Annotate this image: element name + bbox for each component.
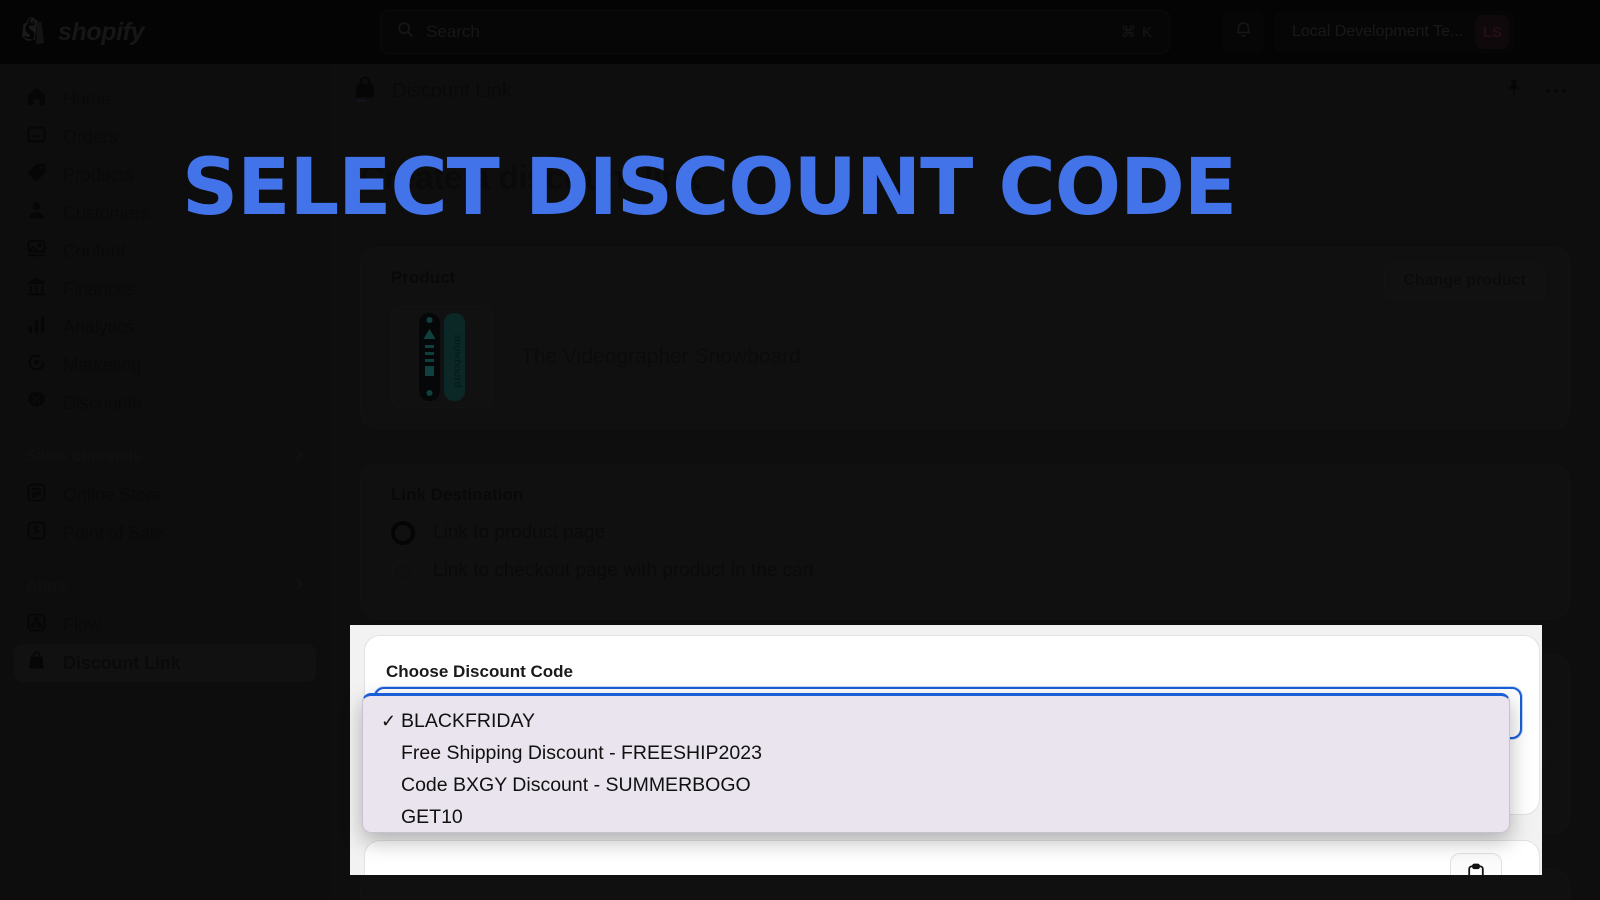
dropdown-option-label: Code BXGY Discount - SUMMERBOGO [401,773,751,796]
store-name: Local Development Te... [1292,23,1464,40]
sidebar-item-label: Products [63,164,134,185]
section-label: Sales channels [26,448,142,465]
tag-icon [26,162,47,188]
orders-inbox-icon [26,124,47,150]
radio-label: Link to checkout page with product in th… [433,560,815,581]
sidebar-item-home[interactable]: Home [14,80,316,118]
change-product-label: Change product [1403,272,1526,289]
brand-wordmark: shopify [58,17,145,46]
section-label: Apps [26,578,66,595]
radio-label: Link to product page [433,522,606,543]
notifications-button[interactable] [1222,11,1264,53]
snowboard-thumbnail: snowboard [391,306,493,408]
sidebar-item-discounts[interactable]: Discounts [14,384,316,422]
sidebar-item-label: Discounts [63,392,142,413]
ellipsis-horizontal-icon [1545,82,1567,100]
pos-bag-icon [26,520,47,546]
store-switcher[interactable]: Local Development Te... LS [1274,11,1516,53]
sidebar-section-apps[interactable]: Apps [14,570,316,604]
search-placeholder: Search [426,22,480,41]
avatar[interactable]: LS [1475,15,1510,49]
sidebar-item-label: Online Store [63,484,162,505]
sidebar-item-label: Content [63,240,126,261]
pin-button[interactable] [1500,77,1528,105]
copy-url-button-lit[interactable] [1450,853,1502,875]
radio-unselected-icon [391,559,415,583]
instruction-annotation: SELECT DISCOUNT CODE [182,143,1237,233]
radio-link-to-product-page[interactable]: Link to product page [391,521,605,545]
discount-code-dropdown[interactable]: ✓ BLACKFRIDAY Free Shipping Discount - F… [362,693,1510,833]
home-icon [26,86,47,112]
search-input[interactable]: Search ⌘ K [380,10,1170,54]
radio-selected-icon [391,521,415,545]
bell-icon [1234,20,1253,44]
bank-icon [26,276,47,302]
product-name: The Videographer Snowboard [521,345,801,368]
search-shortcut: ⌘ K [1120,24,1153,41]
dropdown-option-get10[interactable]: GET10 [363,801,1509,833]
sidebar-item-analytics[interactable]: Analytics [14,308,316,346]
sidebar-item-finances[interactable]: Finances [14,270,316,308]
sidebar-item-online-store[interactable]: Online Store [14,476,316,514]
app-title: Discount Link [392,79,513,102]
radio-link-to-checkout-page[interactable]: Link to checkout page with product in th… [391,559,814,583]
product-row: snowboard The Videographer Snowboard [391,306,801,408]
target-icon [26,352,47,378]
sidebar-item-label: Customers [63,202,150,223]
sidebar-item-discount-link[interactable]: Discount Link [14,644,316,682]
shopping-bag-lock-icon [26,650,47,676]
sidebar-item-point-of-sale[interactable]: Point of Sale [14,514,316,552]
discount-badge-icon [26,390,47,416]
sidebar-item-flow[interactable]: Flow [14,606,316,644]
more-options-button[interactable] [1542,77,1570,105]
chevron-right-icon[interactable] [293,578,306,596]
svg-text:snowboard: snowboard [452,335,466,389]
sidebar-item-label: Point of Sale [63,522,164,543]
dropdown-option-summerbogo[interactable]: Code BXGY Discount - SUMMERBOGO [363,769,1509,801]
dropdown-option-blackfriday[interactable]: ✓ BLACKFRIDAY [363,705,1509,737]
choose-discount-code-label: Choose Discount Code [386,662,574,681]
link-destination-card: Link Destination Link to product page Li… [360,464,1570,619]
storefront-icon [26,482,47,508]
embedded-app-header: Discount Link [330,64,1600,118]
person-icon [26,200,47,226]
pin-icon [1504,78,1524,105]
sidebar-item-label: Orders [63,126,118,147]
search-icon [397,21,414,43]
sidebar-section-sales-channels[interactable]: Sales channels [14,440,316,474]
sidebar-item-label: Flow [63,614,101,635]
dropdown-option-freeship2023[interactable]: Free Shipping Discount - FREESHIP2023 [363,737,1509,769]
clipboard-copy-icon [1466,863,1486,875]
product-card: Product Change product snowboard The Vid… [360,247,1570,429]
sidebar-item-label: Finances [63,278,136,299]
top-bar: shopify Search ⌘ K Local Development Te.… [0,0,1600,64]
dropdown-option-label: BLACKFRIDAY [401,709,536,732]
sidebar-item-label: Analytics [63,316,135,337]
discount-url-card-lit [364,840,1540,875]
discount-link-app-icon [352,75,378,108]
shopify-admin-app: shopify Search ⌘ K Local Development Te.… [0,0,1600,900]
image-icon [26,238,47,264]
sidebar-item-marketing[interactable]: Marketing [14,346,316,384]
sidebar-item-label: Discount Link [63,652,181,673]
chevron-right-icon[interactable] [293,448,306,466]
check-icon: ✓ [381,710,397,731]
discount-url-text-lit: https://local-development-test-store.mys… [386,873,1292,875]
sidebar-item-content[interactable]: Content [14,232,316,270]
card-label: Link Destination [391,485,524,504]
sidebar-item-label: Home [63,88,111,109]
card-label: Product [391,268,456,287]
shopify-brand[interactable]: shopify [22,17,292,47]
dropdown-option-label: Free Shipping Discount - FREESHIP2023 [401,741,762,764]
change-product-button[interactable]: Change product [1384,262,1545,300]
dropdown-option-label: GET10 [401,805,463,828]
shopify-bag-icon [22,17,48,47]
bar-chart-icon [26,314,47,340]
flow-nodes-icon [26,612,47,638]
sidebar-item-label: Marketing [63,354,142,375]
